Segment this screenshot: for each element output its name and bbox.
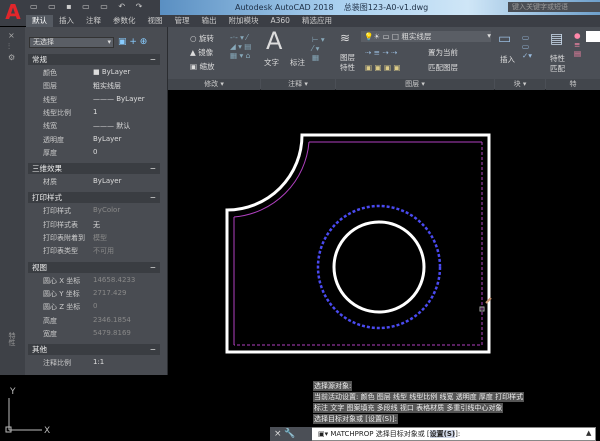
- selection-dropdown[interactable]: 无选择 ▾: [29, 37, 114, 48]
- ucs-x-label: X: [44, 426, 50, 436]
- property-label: 线型比例: [43, 108, 71, 117]
- property-label: 打印样式: [43, 207, 71, 216]
- property-label: 透明度: [43, 135, 64, 144]
- palette-title-strip[interactable]: × ⫶ ⚙ 特性: [0, 27, 25, 375]
- property-label: 材质: [43, 178, 57, 187]
- section-header[interactable]: 打印样式: [28, 192, 160, 204]
- command-prompt: ▣▾ MATCHPROP 选择目标对象或 [设置(S)]:: [318, 430, 461, 438]
- property-value[interactable]: 不可用: [93, 246, 114, 256]
- hole-circle: [332, 220, 426, 314]
- property-value[interactable]: ByColor: [93, 206, 120, 214]
- property-value[interactable]: 14658.4233: [93, 276, 135, 284]
- command-expand-icon[interactable]: ▲: [586, 429, 591, 437]
- property-label: 圆心 Y 坐标: [43, 289, 80, 298]
- property-value[interactable]: ■ ByLayer: [93, 68, 130, 76]
- command-history-line: 选择目标对象或 [设置(S)]:: [313, 414, 398, 424]
- command-line-controls[interactable]: × 🔧: [270, 427, 312, 441]
- property-label: 圆心 Z 坐标: [43, 303, 81, 312]
- property-label: 宽度: [43, 329, 57, 338]
- property-value[interactable]: 1:1: [93, 358, 104, 366]
- property-label: 厚度: [43, 148, 57, 157]
- ucs-y-label: Y: [9, 387, 16, 397]
- section-header[interactable]: 其他: [28, 344, 160, 356]
- property-value[interactable]: ——— ByLayer: [93, 95, 145, 103]
- section-header[interactable]: 常规: [28, 54, 160, 65]
- offset-outline: [233, 141, 310, 218]
- property-value[interactable]: 0: [93, 148, 97, 156]
- property-label: 颜色: [43, 69, 57, 77]
- property-value[interactable]: 2717.429: [93, 289, 126, 297]
- command-history-line: 选择源对象:: [313, 381, 353, 391]
- property-label: 圆心 X 坐标: [43, 276, 81, 285]
- section-header[interactable]: 视图: [28, 261, 160, 273]
- command-history: 选择源对象: 当前活动设置: 颜色 图层 线型 线型比例 线宽 透明度 厚度 打印…: [313, 381, 585, 425]
- command-history-line: 标注 文字 图案填充 多段线 视口 表格材质 多重引线中心对象: [313, 403, 504, 413]
- property-label: 高度: [43, 316, 57, 325]
- property-value[interactable]: 0: [93, 302, 97, 310]
- palette-controls-icon[interactable]: × ⫶ ⚙: [0, 27, 25, 63]
- dashed-circle: [316, 204, 442, 330]
- property-value[interactable]: ——— 默认: [93, 121, 130, 131]
- offset-outline-dashed: [234, 142, 483, 346]
- property-value[interactable]: ByLayer: [93, 177, 121, 185]
- part-outline: [225, 133, 491, 354]
- palette-tool-icons[interactable]: ▣ + ⊕: [118, 37, 147, 47]
- property-label: 图层: [43, 82, 57, 91]
- property-value[interactable]: 2346.1854: [93, 316, 131, 324]
- property-label: 线型: [43, 95, 57, 104]
- property-label: 注释比例: [43, 359, 71, 368]
- property-label: 线宽: [43, 122, 57, 131]
- palette-side-label: 特性: [8, 332, 16, 346]
- property-label: 打印表类型: [43, 247, 78, 256]
- property-value[interactable]: 模型: [93, 233, 107, 243]
- offset-outline-solid: [233, 141, 482, 345]
- ucs-icon: Y X: [5, 387, 50, 436]
- property-label: 打印表附着到: [43, 234, 85, 242]
- property-value[interactable]: 粗实线层: [93, 81, 121, 91]
- property-value[interactable]: 5479.8169: [93, 329, 131, 337]
- property-value[interactable]: 无: [93, 220, 100, 230]
- command-history-line: 当前活动设置: 颜色 图层 线型 线型比例 线宽 透明度 厚度 打印样式: [313, 392, 525, 402]
- section-header[interactable]: 三维效果: [28, 163, 160, 175]
- property-label: 打印样式表: [43, 220, 78, 229]
- property-value[interactable]: 1: [93, 108, 97, 116]
- property-value[interactable]: ByLayer: [93, 135, 121, 143]
